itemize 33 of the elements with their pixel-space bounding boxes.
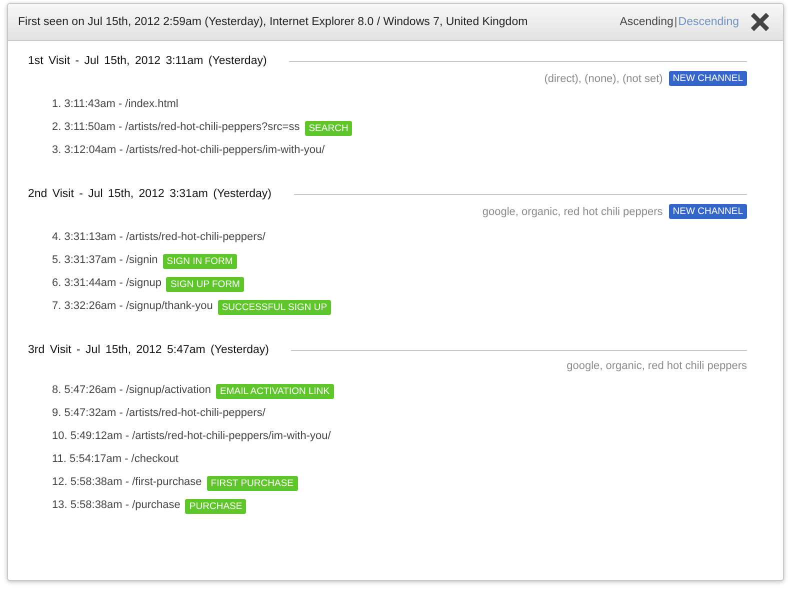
separator-text: | <box>674 16 678 28</box>
page-entry: 4. 3:31:13am - /artists/red-hot-chili-peppers/ <box>52 230 266 242</box>
goal-tag: SUCCESSFUL SIGN UP <box>218 300 332 315</box>
page-entry: 3. 3:12:04am - /artists/red-hot-chili-peppers/im-with-you/ <box>52 144 325 156</box>
page-entry: 9. 5:47:32am - /artists/red-hot-chili-peppers/ <box>52 406 266 418</box>
visit-title: 1st Visit - Jul 15th, 2012 3:11am (Yesterday) <box>28 55 267 67</box>
header-title: First seen on Jul 15th, 2012 2:59am (Yesterday), Internet Explorer 8.0 / Windows 7, United Kingdom <box>18 16 529 28</box>
goal-tag: FIRST PURCHASE <box>206 476 298 491</box>
page-entry: 2. 3:11:50am - /artists/red-hot-chili-peppers?src=ss <box>52 120 300 132</box>
close-button[interactable] <box>751 13 769 31</box>
channel-badge: NEW CHANNEL <box>668 71 747 86</box>
page-entry: 13. 5:58:38am - /purchase <box>52 498 180 510</box>
page-entry: 12. 5:58:38am - /first-purchase <box>52 476 202 488</box>
page-entry: 6. 3:31:44am - /signup <box>52 276 162 288</box>
goal-tag: PURCHASE <box>185 499 246 514</box>
goal-tag: SEARCH <box>304 121 352 136</box>
page-entry: 8. 5:47:26am - /signup/activation <box>52 384 211 396</box>
close-icon <box>751 13 769 31</box>
visit-title: 3rd Visit - Jul 15th, 2012 5:47am (Yesterday) <box>28 344 269 356</box>
page-entry: 7. 3:32:26am - /signup/thank-you <box>52 300 213 312</box>
source-text: google, organic, red hot chili peppers <box>566 360 747 372</box>
page-entry: 11. 5:54:17am - /checkout <box>52 452 178 464</box>
page-entry: 10. 5:49:12am - /artists/red-hot-chili-peppers/im-with-you/ <box>52 430 331 442</box>
channel-badge: NEW CHANNEL <box>668 204 747 219</box>
visit-title: 2nd Visit - Jul 15th, 2012 3:31am (Yesterday) <box>28 188 272 200</box>
sort-link[interactable]: Ascending <box>620 16 674 28</box>
goal-tag: SIGN UP FORM <box>166 277 244 292</box>
source-text: (direct), (none), (not set) <box>544 72 663 84</box>
source-text: google, organic, red hot chili peppers <box>482 206 663 218</box>
page-entry: 1. 3:11:43am - /index.html <box>52 98 178 110</box>
page-entry: 5. 3:31:37am - /signin <box>52 254 158 266</box>
goal-tag: EMAIL ACTIVATION LINK <box>216 384 334 399</box>
goal-tag: SIGN IN FORM <box>162 254 237 269</box>
